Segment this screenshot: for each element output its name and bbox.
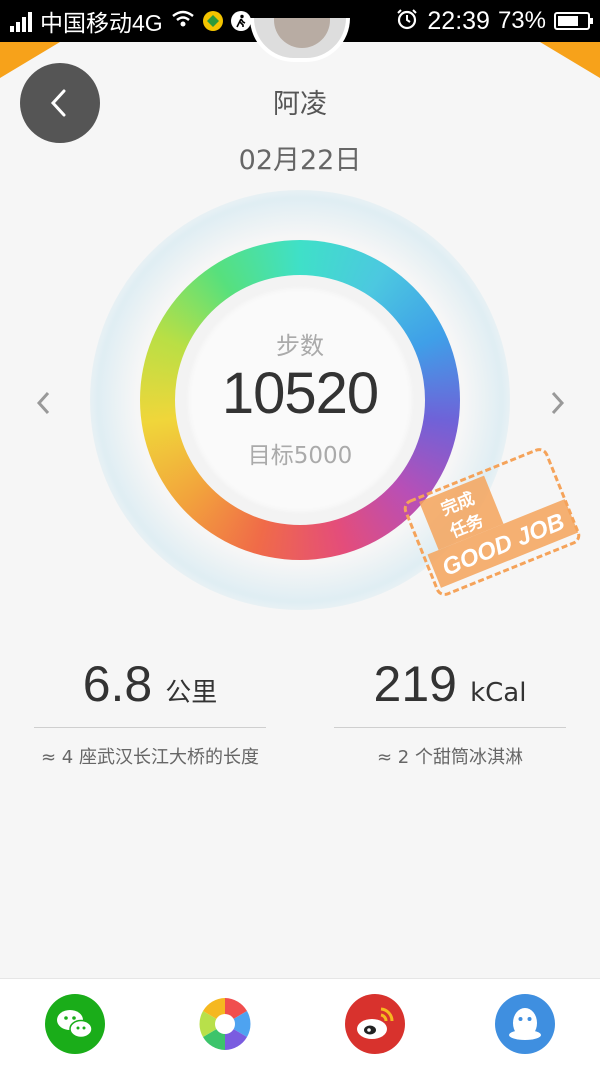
avatar[interactable] bbox=[250, 18, 350, 62]
share-wechat-button[interactable] bbox=[45, 994, 105, 1054]
date-label: 02月22日 bbox=[238, 145, 362, 176]
username: 阿凌 bbox=[273, 89, 327, 120]
distance-stat: 6.8 公里 ≈ 4 座武汉长江大桥的长度 bbox=[34, 655, 266, 770]
decorative-corner-right bbox=[540, 42, 600, 78]
calories-description: ≈ 2 个甜筒冰淇淋 bbox=[377, 747, 523, 768]
divider bbox=[34, 727, 266, 728]
distance-head: 6.8 公里 bbox=[34, 655, 266, 717]
previous-day-button[interactable] bbox=[32, 388, 56, 418]
battery-icon bbox=[554, 12, 593, 30]
wechat-icon bbox=[45, 994, 105, 1054]
chevron-left-icon bbox=[36, 391, 50, 415]
steps-value: 10520 bbox=[221, 361, 379, 426]
wifi-icon bbox=[171, 9, 195, 34]
calories-head: 219 kCal bbox=[334, 655, 566, 717]
signal-icon bbox=[10, 10, 32, 32]
chevron-right-icon bbox=[551, 391, 565, 415]
app-notification-icon bbox=[202, 11, 223, 31]
weibo-icon bbox=[345, 994, 405, 1054]
share-weibo-button[interactable] bbox=[345, 994, 405, 1054]
calories-unit: kCal bbox=[470, 678, 527, 708]
share-moments-button[interactable] bbox=[195, 994, 255, 1054]
moments-icon bbox=[199, 998, 251, 1050]
calories-stat: 219 kCal ≈ 2 个甜筒冰淇淋 bbox=[334, 655, 566, 770]
clock-time: 22:39 bbox=[427, 6, 490, 35]
status-right: 22:39 73% bbox=[395, 6, 593, 36]
distance-value: 6.8 bbox=[82, 656, 153, 712]
steps-goal: 目标5000 bbox=[247, 443, 353, 469]
next-day-button[interactable] bbox=[545, 388, 569, 418]
divider bbox=[334, 727, 566, 728]
share-qq-button[interactable] bbox=[495, 994, 555, 1054]
share-bar bbox=[0, 978, 600, 1068]
carrier-name: 中国移动4G bbox=[40, 10, 163, 36]
qq-icon bbox=[495, 994, 555, 1054]
battery-percent: 73% bbox=[497, 7, 546, 34]
alarm-icon bbox=[395, 7, 419, 36]
status-left: 中国移动4G bbox=[10, 4, 251, 38]
battery-fill bbox=[558, 16, 579, 26]
calories-value: 219 bbox=[373, 656, 457, 712]
distance-unit: 公里 bbox=[165, 678, 218, 708]
distance-description: ≈ 4 座武汉长江大桥的长度 bbox=[41, 747, 259, 768]
steps-label: 步数 bbox=[276, 332, 324, 360]
running-app-icon bbox=[230, 11, 251, 31]
